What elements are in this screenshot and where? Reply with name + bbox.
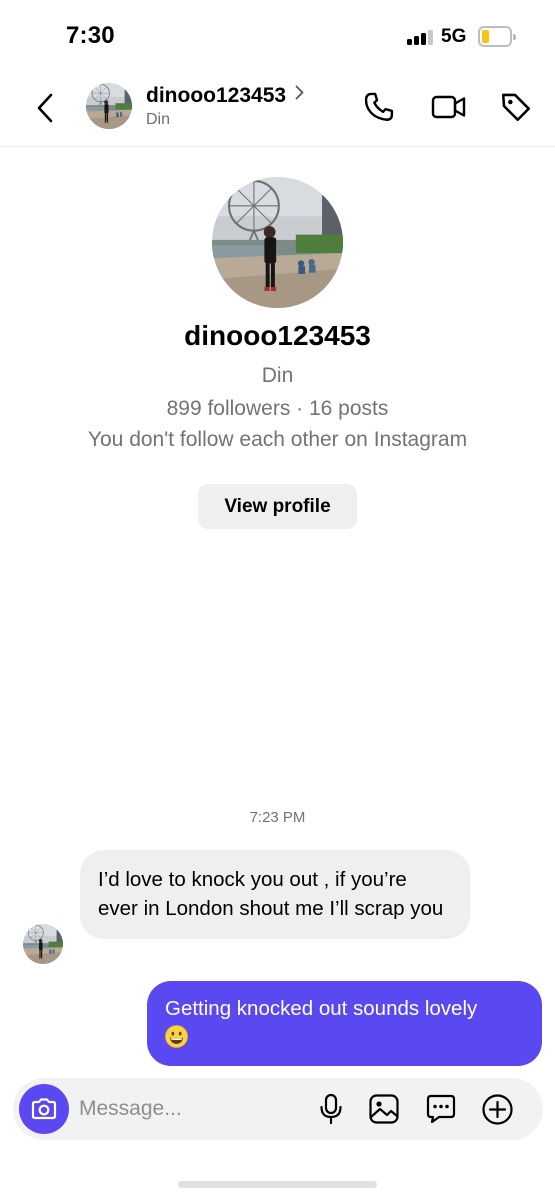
incoming-message[interactable]: I’d love to knock you out , if you’re ev… — [80, 850, 470, 939]
header-display-name: Din — [146, 111, 171, 128]
back-chevron-icon — [37, 93, 53, 123]
message-timestamp: 7:23 PM — [249, 809, 306, 826]
chevron-right-icon — [295, 85, 304, 105]
outgoing-message-text: Getting knocked out sounds lovely — [165, 997, 478, 1020]
status-bar: 7:30 5G — [0, 0, 555, 70]
video-call-button[interactable] — [430, 88, 468, 126]
profile-avatar[interactable] — [212, 177, 343, 308]
outgoing-message[interactable]: Getting knocked out sounds lovely — [147, 981, 542, 1066]
microphone-icon — [320, 1093, 342, 1125]
image-icon — [369, 1094, 399, 1124]
follow-status: You don't follow each other on Instagram — [87, 428, 468, 451]
grinning-face-emoji-icon — [165, 1025, 188, 1048]
header-user-link[interactable]: dinooo123453 Din — [146, 84, 304, 129]
sticker-chat-icon — [426, 1094, 456, 1124]
battery-icon — [478, 26, 516, 47]
chat-header: dinooo123453 Din — [0, 70, 555, 147]
tag-button[interactable] — [497, 88, 535, 126]
camera-icon — [31, 1098, 57, 1120]
plus-circle-icon — [481, 1093, 513, 1125]
network-type: 5G — [441, 26, 467, 47]
header-avatar[interactable] — [86, 83, 132, 129]
more-options-button[interactable] — [479, 1091, 515, 1127]
message-composer — [13, 1078, 543, 1140]
profile-display-name: Din — [261, 364, 294, 387]
header-username: dinooo123453 — [146, 84, 287, 107]
view-profile-button[interactable]: View profile — [198, 484, 357, 529]
profile-stats: 899 followers · 16 posts — [166, 397, 389, 420]
camera-button[interactable] — [19, 1084, 69, 1134]
voice-call-button[interactable] — [360, 88, 398, 126]
sticker-button[interactable] — [423, 1091, 459, 1127]
message-input[interactable] — [79, 1088, 299, 1130]
incoming-message-text: I’d love to knock you out , if you’re ev… — [98, 868, 444, 920]
battery-level — [482, 30, 489, 43]
voice-message-button[interactable] — [313, 1091, 349, 1127]
sender-avatar[interactable] — [23, 924, 63, 964]
cellular-signal-icon — [407, 30, 433, 45]
video-camera-icon — [431, 95, 466, 119]
home-indicator — [178, 1181, 377, 1188]
status-time: 7:30 — [66, 22, 115, 49]
gallery-button[interactable] — [366, 1091, 402, 1127]
profile-username: dinooo123453 — [184, 320, 371, 351]
back-button[interactable] — [28, 88, 62, 128]
tag-icon — [501, 93, 531, 122]
phone-icon — [364, 92, 394, 121]
